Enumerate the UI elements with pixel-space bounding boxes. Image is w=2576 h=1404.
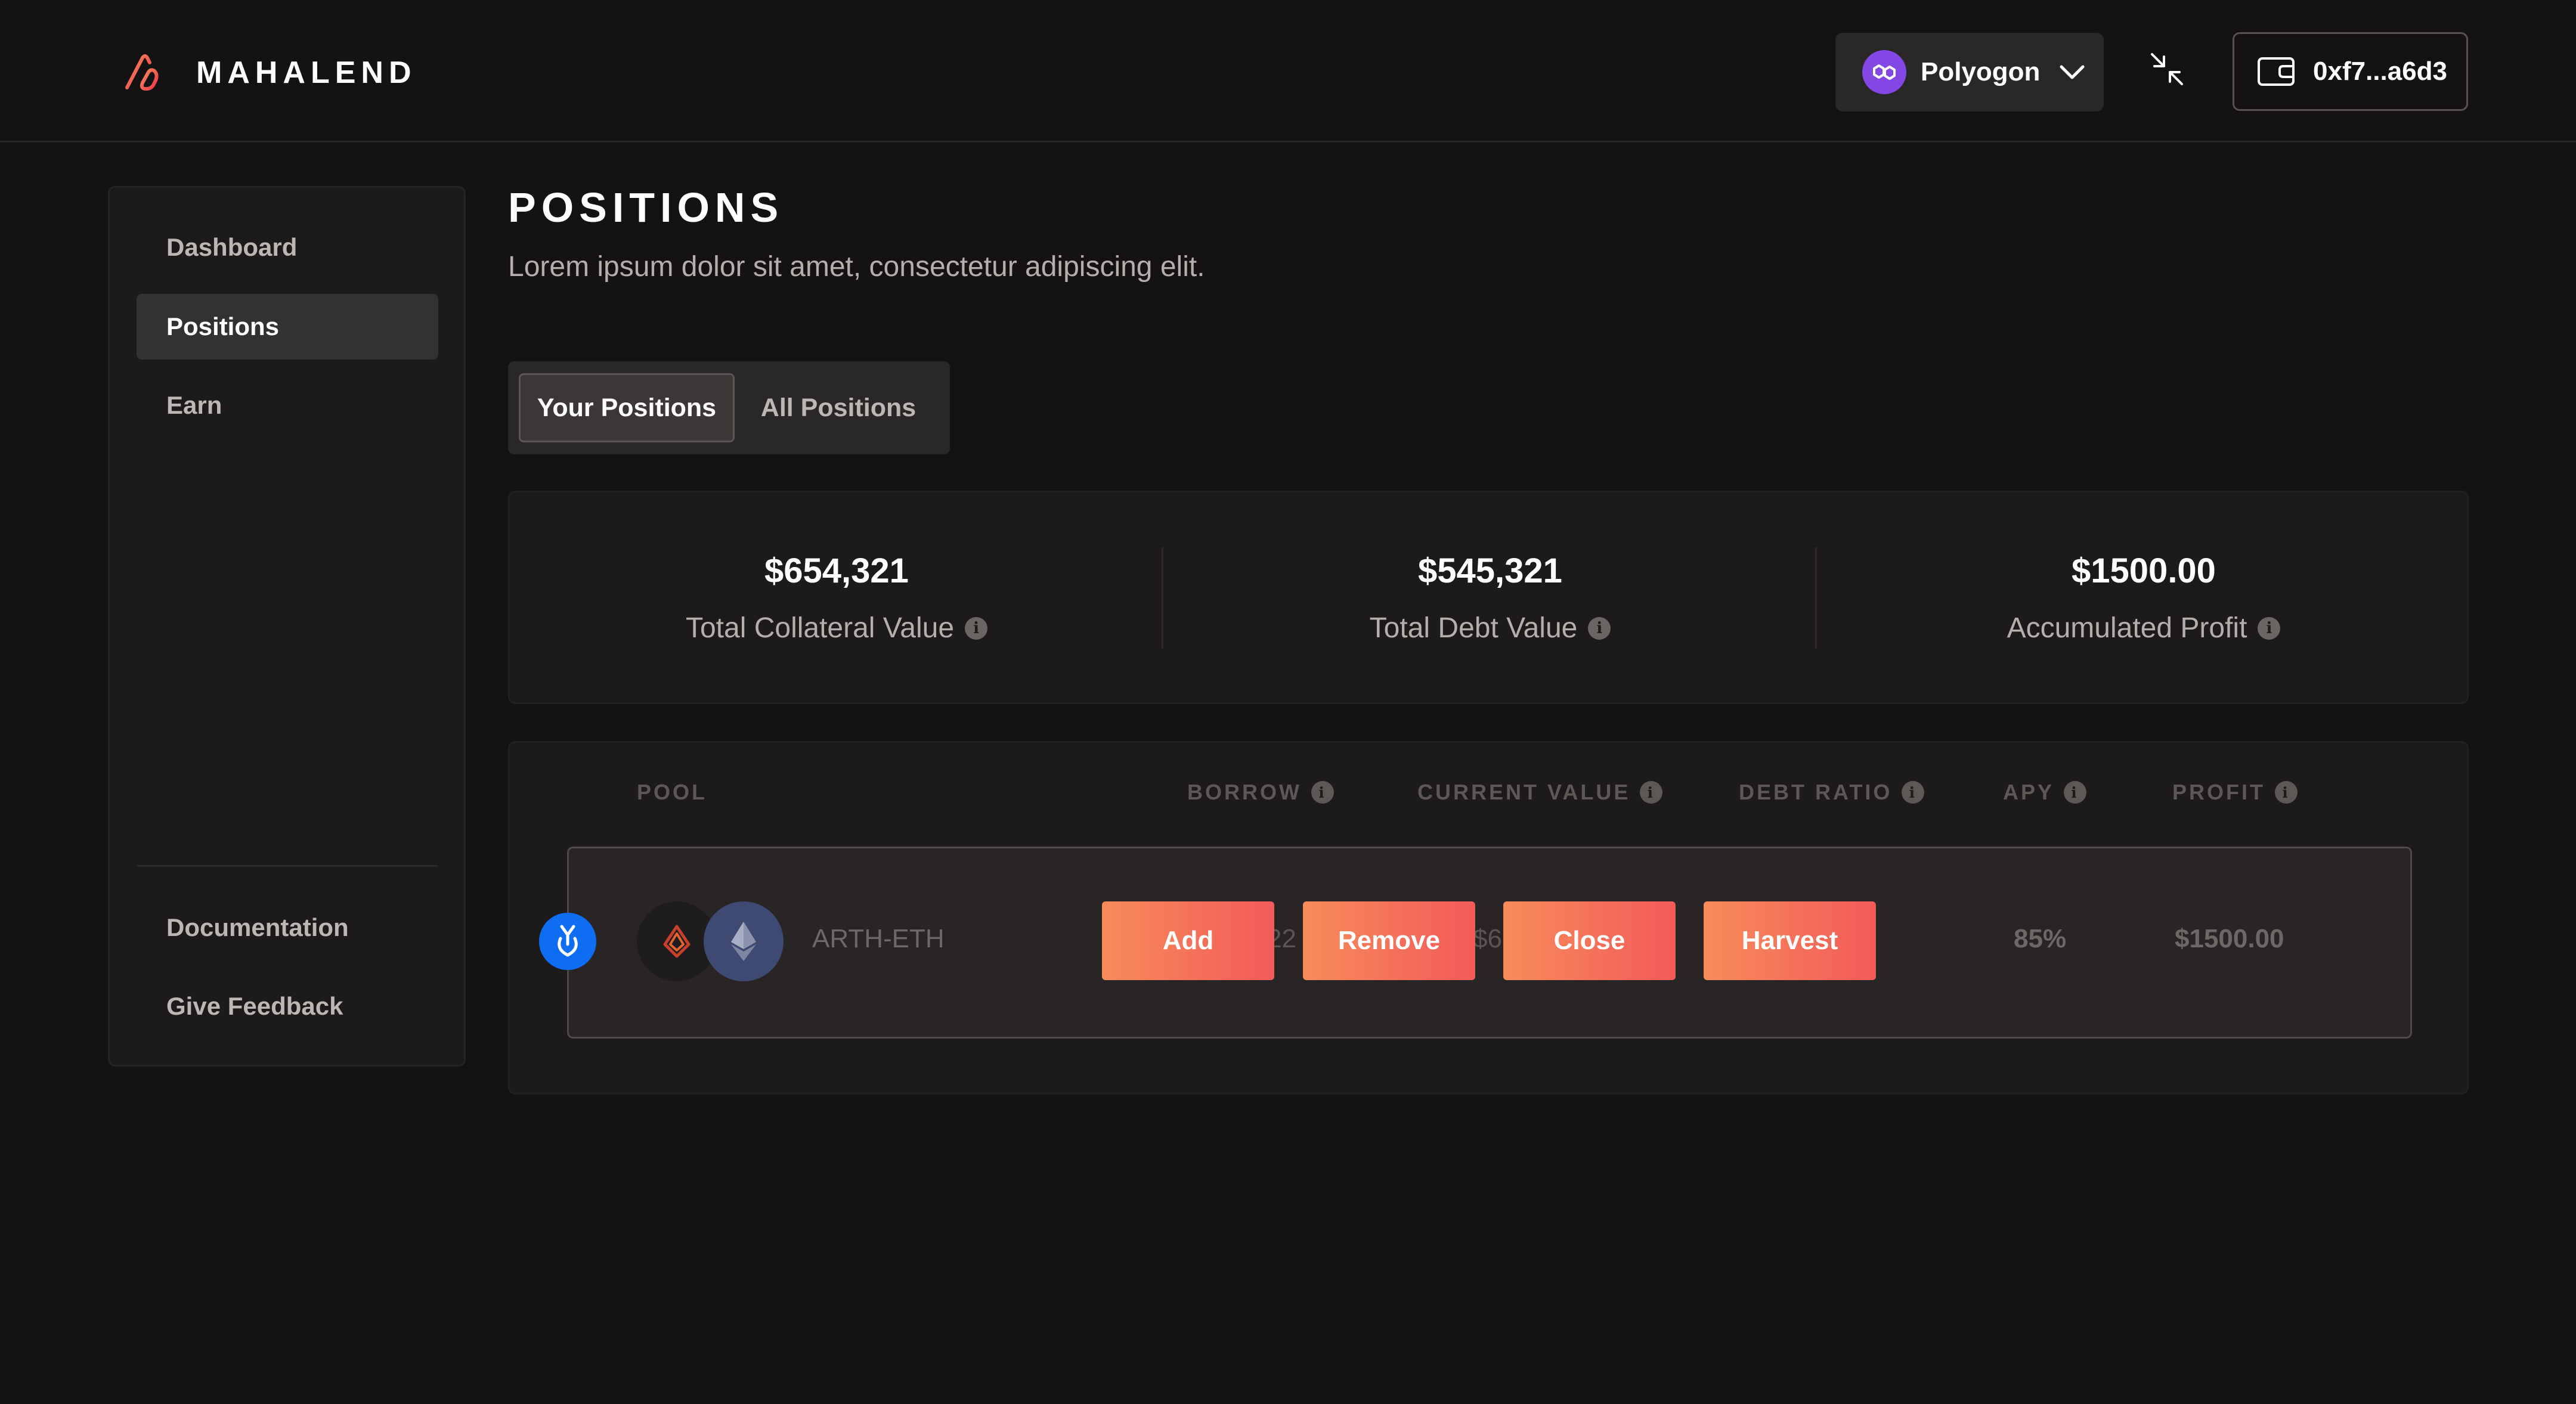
apy-value: 85% — [2014, 924, 2067, 953]
sidebar-item-give-feedback[interactable]: Give Feedback — [137, 974, 438, 1039]
sidebar-item-earn[interactable]: Earn — [137, 373, 438, 438]
stat-total-collateral: $654,321 Total Collateral Value i — [510, 492, 1163, 706]
info-icon[interactable]: i — [965, 616, 988, 640]
info-icon[interactable]: i — [2275, 781, 2298, 804]
positions-tabs: Your Positions All Positions — [508, 361, 950, 454]
info-icon[interactable]: i — [1311, 781, 1334, 804]
remove-button[interactable]: Remove — [1303, 901, 1475, 980]
sidebar-item-label: Dashboard — [166, 233, 298, 261]
collapse-arrows-icon[interactable] — [2148, 51, 2185, 88]
stat-value: $1500.00 — [2072, 551, 2216, 590]
logo[interactable]: MAHALEND — [122, 51, 417, 95]
column-header-label: BORROW — [1187, 780, 1302, 804]
column-header-profit: PROFIT i — [2172, 780, 2298, 805]
sidebar-divider — [137, 865, 438, 867]
stat-label-row: Total Collateral Value i — [510, 612, 1163, 644]
tab-your-positions[interactable]: Your Positions — [519, 373, 735, 442]
sidebar-item-label: Give Feedback — [166, 992, 343, 1020]
wallet-button[interactable]: 0xf7...a6d3 — [2233, 32, 2468, 111]
stat-total-debt: $545,321 Total Debt Value i — [1163, 492, 1817, 706]
stat-label: Accumulated Profit — [2007, 612, 2247, 644]
brand-name: MAHALEND — [196, 55, 417, 90]
sidebar: Dashboard Positions Earn Documentation G… — [108, 186, 466, 1067]
stat-label: Total Debt Value — [1369, 612, 1578, 644]
add-button[interactable]: Add — [1102, 901, 1274, 980]
sidebar-item-dashboard[interactable]: Dashboard — [137, 215, 438, 280]
column-header-pool: POOL — [637, 780, 707, 805]
sidebar-item-label: Positions — [166, 312, 280, 340]
yearn-icon — [539, 913, 596, 970]
info-icon[interactable]: i — [1902, 781, 1925, 804]
profit-value: $1500.00 — [2175, 924, 2284, 953]
info-icon[interactable]: i — [2064, 781, 2087, 804]
polygon-icon — [1862, 50, 1906, 94]
column-header-apy: APY i — [2003, 780, 2087, 805]
current-value-partial: $6 — [1473, 924, 1502, 953]
top-header: MAHALEND Polyogon 0xf7...a6d3 — [0, 0, 2576, 142]
column-header-debt-ratio: DEBT RATIO i — [1739, 780, 1925, 805]
column-header-label: CURRENT VALUE — [1417, 780, 1631, 804]
sidebar-item-label: Earn — [166, 391, 222, 419]
close-button[interactable]: Close — [1503, 901, 1676, 980]
chevron-down-icon — [2060, 65, 2085, 79]
ethereum-icon — [704, 901, 784, 981]
harvest-button[interactable]: Harvest — [1704, 901, 1876, 980]
network-name: Polyogon — [1921, 57, 2041, 86]
mahalend-logo-icon — [125, 54, 159, 91]
column-header-borrow: BORROW i — [1187, 780, 1334, 805]
network-selector[interactable]: Polyogon — [1835, 33, 2104, 111]
stat-value: $545,321 — [1418, 551, 1562, 590]
stat-label-row: Total Debt Value i — [1163, 612, 1817, 644]
column-header-label: DEBT RATIO — [1739, 780, 1893, 804]
info-icon[interactable]: i — [1640, 781, 1663, 804]
pool-name: ARTH-ETH — [812, 924, 945, 953]
wallet-address: 0xf7...a6d3 — [2313, 57, 2448, 86]
stat-accumulated-profit: $1500.00 Accumulated Profit i — [1817, 492, 2470, 706]
page-subtitle: Lorem ipsum dolor sit amet, consectetur … — [508, 251, 1205, 283]
positions-table: POOL BORROW i CURRENT VALUE i DEBT RATIO… — [508, 741, 2469, 1095]
stat-label: Total Collateral Value — [685, 612, 955, 644]
stat-label-row: Accumulated Profit i — [1817, 612, 2470, 644]
sidebar-item-documentation[interactable]: Documentation — [137, 895, 438, 960]
column-header-current-value: CURRENT VALUE i — [1417, 780, 1663, 805]
tab-all-positions[interactable]: All Positions — [737, 373, 940, 442]
wallet-icon — [2258, 57, 2295, 86]
column-header-label: POOL — [637, 780, 708, 804]
column-header-label: PROFIT — [2172, 780, 2265, 804]
stats-summary-card: $654,321 Total Collateral Value i $545,3… — [508, 491, 2469, 704]
info-icon[interactable]: i — [1588, 616, 1611, 640]
info-icon[interactable]: i — [2258, 616, 2281, 640]
page-title: POSITIONS — [508, 184, 784, 231]
stat-value: $654,321 — [764, 551, 909, 590]
sidebar-item-label: Documentation — [166, 913, 349, 941]
column-header-label: APY — [2003, 780, 2055, 804]
sidebar-item-positions[interactable]: Positions — [137, 294, 438, 359]
